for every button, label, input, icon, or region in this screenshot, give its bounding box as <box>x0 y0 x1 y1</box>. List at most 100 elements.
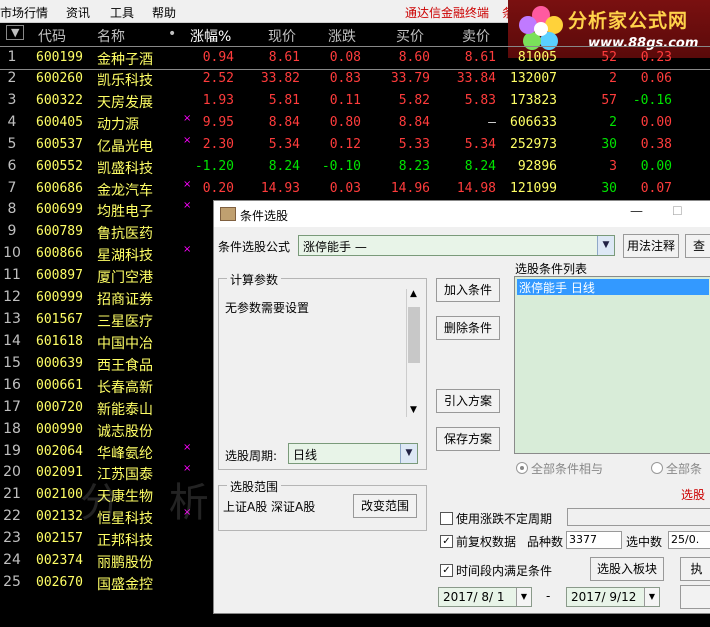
table-row[interactable]: 2 600260 凯乐科技 2.52 33.82 0.83 33.79 33.84 132007… <box>0 68 710 90</box>
delete-condition-button[interactable]: 删除条件 <box>436 316 500 340</box>
col-change-pct[interactable]: 涨幅% <box>190 26 231 46</box>
chevron-down-icon[interactable]: ▼ <box>597 236 614 255</box>
stock-name: 招商证券 <box>97 292 153 309</box>
table-row[interactable]: 7 600686 金龙汽车 × 0.20 14.93 0.03 14.96 14.98 12109… <box>0 178 710 200</box>
change: 0.11 <box>329 92 361 108</box>
current-volume: 2 <box>609 114 617 130</box>
add-condition-button[interactable]: 加入条件 <box>436 278 500 302</box>
table-row[interactable]: 4 600405 动力源 × 9.95 8.84 0.80 8.84 — 606633 2 0.00 <box>0 112 710 134</box>
current-volume: 57 <box>601 92 617 108</box>
menu-help[interactable]: 帮助 <box>152 4 176 21</box>
params-scrollbar[interactable]: ▲ ▼ <box>406 289 423 417</box>
params-text: 无参数需要设置 <box>225 301 310 315</box>
import-plan-button[interactable]: 引入方案 <box>436 389 500 413</box>
price: 8.61 <box>268 50 300 65</box>
params-group: 计算参数 无参数需要设置 ▲ ▼ 选股周期: 日线 ▼ <box>218 271 427 470</box>
price: 33.82 <box>260 70 300 86</box>
minimize-icon[interactable]: — <box>630 204 643 219</box>
col-ask[interactable]: 卖价 <box>462 26 490 46</box>
col-diff[interactable]: 涨跌 <box>328 26 356 46</box>
speed-pct: 0.07 <box>640 180 672 196</box>
row-index: 4 <box>7 113 17 130</box>
price: 8.84 <box>268 114 300 130</box>
add-to-block-button[interactable]: 选股入板块 <box>590 557 664 581</box>
scroll-thumb[interactable] <box>408 307 420 363</box>
col-bid[interactable]: 买价 <box>396 26 424 46</box>
scroll-down-icon[interactable]: ▼ <box>410 405 417 415</box>
view-button[interactable]: 查 <box>685 234 710 258</box>
stock-name: 亿晶光电 <box>97 138 153 155</box>
date-separator: - <box>546 589 551 603</box>
volume: 132007 <box>510 70 557 86</box>
row-index: 6 <box>7 157 17 174</box>
save-plan-button[interactable]: 保存方案 <box>436 427 500 451</box>
execute-button[interactable]: 执 <box>680 557 710 581</box>
stock-name: 金种子酒 <box>97 52 153 68</box>
radio-all-and[interactable] <box>516 462 528 474</box>
terminal-name: 通达信金融终端 <box>405 6 490 20</box>
stock-code: 002670 <box>36 575 83 591</box>
date-to-picker[interactable]: 2017/ 9/12 ▼ <box>566 587 660 607</box>
menu-news[interactable]: 资讯 <box>66 4 90 21</box>
uncertain-period-field[interactable] <box>567 508 710 526</box>
volume: 81005 <box>517 50 557 65</box>
extra-button[interactable] <box>680 585 710 609</box>
sort-dropdown-icon[interactable]: ▼ <box>6 25 25 40</box>
table-row[interactable]: 5 600537 亿晶光电 × 2.30 5.34 0.12 5.33 5.34 252973 30… <box>0 134 710 156</box>
adjusted-data-checkbox[interactable]: ✓ <box>440 535 453 548</box>
ask-price: 33.84 <box>456 70 496 86</box>
bid-price: 33.79 <box>390 70 430 86</box>
period-satisfy-checkbox[interactable]: ✓ <box>440 564 453 577</box>
col-price[interactable]: 现价 <box>268 26 296 46</box>
stock-code: 600866 <box>36 246 83 262</box>
mark-icon: × <box>183 200 192 212</box>
stock-name: 动力源 <box>97 116 139 133</box>
row-index: 11 <box>3 267 21 284</box>
change-range-button[interactable]: 改变范围 <box>353 494 417 518</box>
stock-name: 凯盛科技 <box>97 160 153 177</box>
table-row[interactable]: 1 600199 金种子酒 0.94 8.61 0.08 8.60 8.61 81005 52 0.… <box>0 46 710 70</box>
date-from-picker[interactable]: 2017/ 8/ 1 ▼ <box>438 587 532 607</box>
condition-list-item[interactable]: 涨停能手 日线 <box>517 279 709 295</box>
stock-code: 000639 <box>36 355 83 371</box>
menu-tools[interactable]: 工具 <box>110 4 134 21</box>
volume: 92896 <box>517 158 557 174</box>
current-volume: 2 <box>609 70 617 86</box>
mark-icon: × <box>183 244 192 256</box>
adjusted-data-label: 前复权数据 <box>456 535 517 549</box>
col-code[interactable]: 代码 <box>38 26 66 46</box>
row-index: 12 <box>3 289 21 306</box>
speed-pct: 0.38 <box>640 136 672 152</box>
condition-list[interactable]: 涨停能手 日线 <box>514 276 710 454</box>
current-volume: 30 <box>601 180 617 196</box>
stock-code: 601618 <box>36 333 83 349</box>
mark-icon: × <box>183 178 192 190</box>
count-label: 品种数 <box>527 535 564 549</box>
chevron-down-icon[interactable]: ▼ <box>400 444 417 463</box>
stock-name: 均胜电子 <box>97 204 153 221</box>
condition-list-label: 选股条件列表 <box>515 262 588 276</box>
speed-pct: 0.00 <box>640 158 672 174</box>
usage-notes-button[interactable]: 用法注释 <box>623 234 679 258</box>
radio-all-or[interactable] <box>651 462 663 474</box>
stock-code: 600999 <box>36 290 83 306</box>
scroll-up-icon[interactable]: ▲ <box>410 289 417 299</box>
table-row[interactable]: 3 600322 天房发展 1.93 5.81 0.11 5.82 5.83 173823 57-… <box>0 90 710 112</box>
maximize-icon[interactable]: ☐ <box>672 204 683 218</box>
uncertain-period-checkbox[interactable] <box>440 512 453 525</box>
col-name[interactable]: 名称 <box>97 26 125 46</box>
chevron-down-icon[interactable]: ▼ <box>516 588 531 606</box>
change: 0.08 <box>329 50 361 65</box>
formula-select[interactable]: 涨停能手 — ▼ <box>298 235 615 256</box>
stock-name: 金龙汽车 <box>97 182 153 199</box>
table-row[interactable]: 6 600552 凯盛科技 -1.20 8.24 -0.10 8.23 8.24 92896 3 0… <box>0 156 710 178</box>
dialog-titlebar[interactable]: 条件选股 — ☐ <box>214 201 710 227</box>
chevron-down-icon[interactable]: ▼ <box>644 588 659 606</box>
row-index: 1 <box>7 49 17 65</box>
stock-code: 002091 <box>36 465 83 481</box>
period-select[interactable]: 日线 ▼ <box>288 443 418 464</box>
row-index: 15 <box>3 354 21 371</box>
stock-name: 诚志股份 <box>97 423 153 440</box>
menu-market[interactable]: 市场行情 <box>0 4 48 21</box>
current-volume: 3 <box>609 158 617 174</box>
